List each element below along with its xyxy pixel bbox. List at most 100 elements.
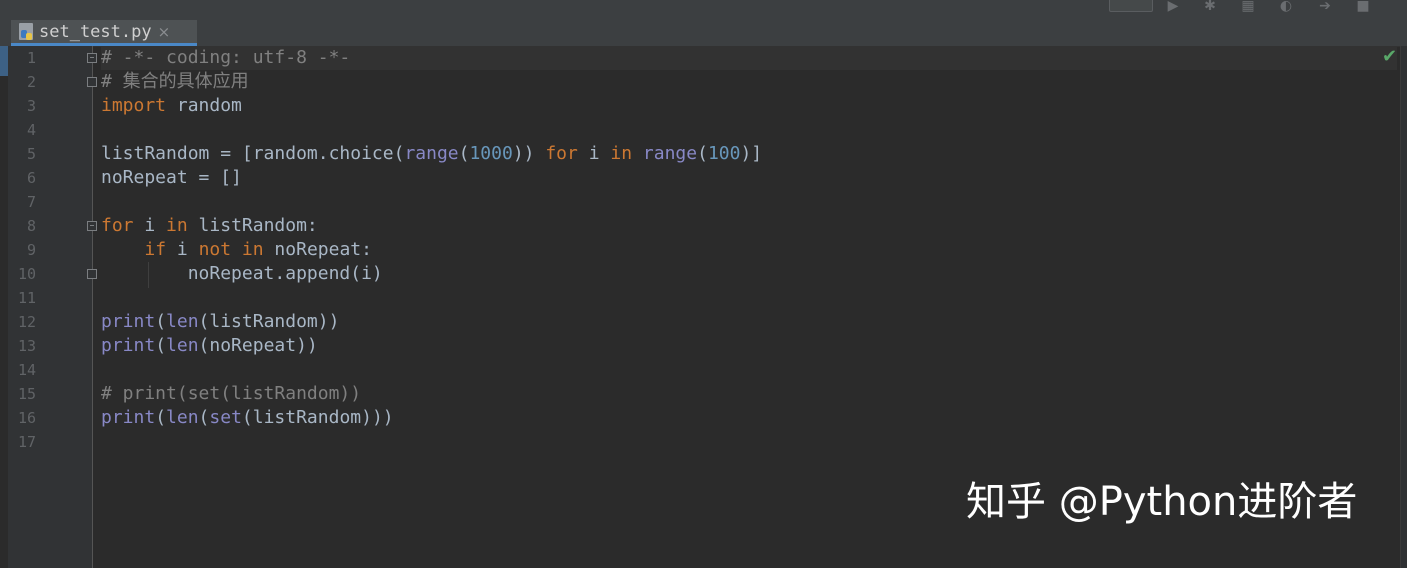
line-number: 13 <box>17 337 36 355</box>
code-token: set <box>209 407 242 428</box>
python-file-icon <box>19 22 35 41</box>
code-token: print <box>101 335 156 356</box>
code-token: 100 <box>707 143 741 164</box>
code-token: # print(set(listRandom)) <box>101 383 362 404</box>
fold-marker-icon[interactable] <box>87 53 97 63</box>
code-line[interactable]: if i not in noRepeat: <box>101 238 1397 262</box>
code-token: ( <box>198 407 210 428</box>
code-token: (listRandom)) <box>198 311 340 332</box>
code-line[interactable]: for i in listRandom: <box>101 214 1397 238</box>
code-line[interactable] <box>101 286 1397 310</box>
code-line[interactable]: noRepeat.append(i) <box>101 262 1397 286</box>
line-number: 10 <box>17 265 36 283</box>
code-line[interactable]: # print(set(listRandom)) <box>101 382 1397 406</box>
editor-scrollbar[interactable] <box>1400 46 1407 568</box>
line-number: 17 <box>17 433 36 451</box>
debug-icon[interactable]: ✱ <box>1203 0 1217 13</box>
line-number: 8 <box>26 217 36 235</box>
line-number: 16 <box>17 409 36 427</box>
line-number: 9 <box>26 241 36 259</box>
code-token: len <box>166 311 199 332</box>
code-token: i <box>577 143 611 164</box>
code-token: in <box>610 143 633 164</box>
code-token: noRepeat.append(i) <box>101 263 383 284</box>
code-line[interactable]: print(len(noRepeat)) <box>101 334 1397 358</box>
watermark: 知乎 @Python进阶者 <box>966 479 1358 525</box>
line-number: 12 <box>17 313 36 331</box>
code-token: not in <box>198 239 264 260</box>
check-icon: ✔ <box>1382 46 1398 67</box>
code-token: i <box>133 215 167 236</box>
code-token: for <box>545 143 578 164</box>
code-line[interactable]: print(len(set(listRandom))) <box>101 406 1397 430</box>
editor-tab-set-test[interactable]: set_test.py × <box>11 20 197 46</box>
code-token: len <box>166 407 199 428</box>
code-line[interactable]: noRepeat = [] <box>101 166 1397 190</box>
step-icon[interactable]: ➔ <box>1318 0 1332 13</box>
code-line[interactable]: # 集合的具体应用 <box>101 70 1397 94</box>
line-number: 2 <box>26 73 36 91</box>
line-number: 6 <box>26 169 36 187</box>
code-token: for <box>101 215 134 236</box>
line-number: 14 <box>17 361 36 379</box>
fold-end-icon[interactable] <box>87 77 97 87</box>
code-line[interactable]: # -*- coding: utf-8 -*- <box>101 46 1397 70</box>
code-token: noRepeat: <box>263 239 372 260</box>
coverage-icon[interactable]: ▦ <box>1241 0 1255 13</box>
line-number: 3 <box>26 97 36 115</box>
code-token: len <box>166 335 199 356</box>
tab-filename: set_test.py <box>39 21 152 42</box>
code-line[interactable] <box>101 358 1397 382</box>
fold-end-icon[interactable] <box>87 269 97 279</box>
code-token: i <box>166 239 199 260</box>
close-icon[interactable]: × <box>158 23 171 41</box>
code-token: )) <box>512 143 546 164</box>
code-token: noRepeat = [] <box>101 167 242 188</box>
code-line[interactable]: print(len(listRandom)) <box>101 310 1397 334</box>
fold-marker-icon[interactable] <box>87 221 97 231</box>
code-token: (noRepeat)) <box>198 335 318 356</box>
code-line[interactable]: import random <box>101 94 1397 118</box>
code-editor[interactable]: # -*- coding: utf-8 -*- # 集合的具体应用 import r… <box>101 46 1397 454</box>
code-token: if <box>144 239 167 260</box>
line-number: 7 <box>26 193 36 211</box>
code-token: ( <box>697 143 708 164</box>
profile-icon[interactable]: ◐ <box>1279 0 1293 13</box>
code-line[interactable] <box>101 430 1397 454</box>
code-token: ( <box>458 143 470 164</box>
code-token: import <box>101 95 167 116</box>
run-config-selector[interactable] <box>1109 0 1153 12</box>
code-token: # 集合的具体应用 <box>101 71 249 92</box>
code-token: ( <box>155 311 167 332</box>
code-token: range <box>642 143 698 164</box>
code-token: print <box>101 407 156 428</box>
line-number: 11 <box>17 289 36 307</box>
editor-tab-bar: set_test.py × <box>0 18 1407 47</box>
code-token: ( <box>155 335 167 356</box>
run-icon[interactable]: ▶ <box>1166 0 1180 13</box>
code-token: range <box>404 143 459 164</box>
line-number: 4 <box>26 121 36 139</box>
line-number: 1 <box>26 49 36 67</box>
line-numbers: 1 2 3 4 5 6 7 8 9 10 11 12 13 14 15 16 17 <box>8 46 48 454</box>
toolbar: ▶ ✱ ▦ ◐ ➔ ■ <box>0 0 1407 18</box>
line-number: 15 <box>17 385 36 403</box>
code-token: print <box>101 311 156 332</box>
code-line[interactable]: listRandom = [random.choice(range(1000))… <box>101 142 1397 166</box>
code-line[interactable] <box>101 118 1397 142</box>
code-token: listRandom = [random.choice( <box>101 143 405 164</box>
code-token: )] <box>740 143 763 164</box>
stop-icon[interactable]: ■ <box>1356 0 1370 13</box>
code-token: random <box>166 95 242 116</box>
code-token: 1000 <box>469 143 513 164</box>
code-token: # -*- coding: utf-8 -*- <box>101 47 351 68</box>
gutter-current-line-marker <box>0 46 8 76</box>
code-token: ( <box>155 407 167 428</box>
line-number: 5 <box>26 145 36 163</box>
code-line[interactable] <box>101 190 1397 214</box>
code-token: (listRandom))) <box>241 407 394 428</box>
code-token: listRandom: <box>187 215 318 236</box>
code-token: in <box>166 215 188 236</box>
